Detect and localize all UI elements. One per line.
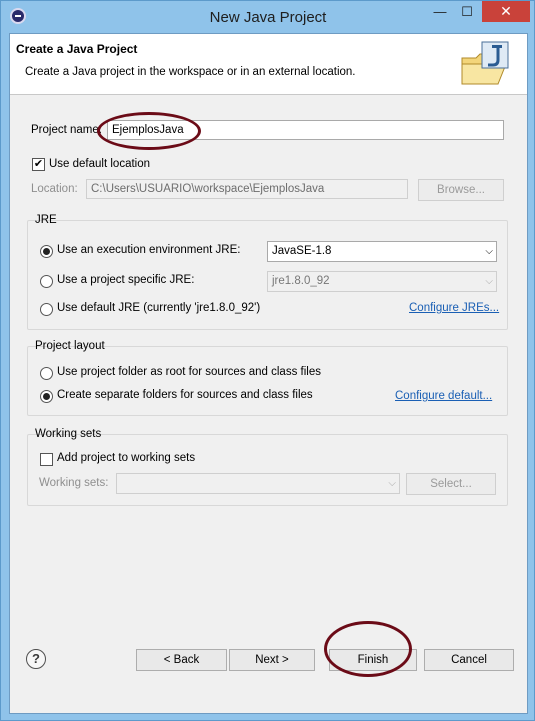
back-button[interactable]: < Back <box>136 649 227 671</box>
location-input[interactable]: C:\Users\USUARIO\workspace\EjemplosJava <box>86 179 408 199</box>
configure-default-link[interactable]: Configure default... <box>395 390 492 402</box>
layout-root-label: Use project folder as root for sources a… <box>57 366 321 378</box>
dialog-content: Create a Java Project Create a Java proj… <box>9 33 528 714</box>
location-label: Location: <box>31 183 78 195</box>
project-layout-group-title: Project layout <box>35 340 105 352</box>
add-to-working-sets-label: Add project to working sets <box>57 452 196 464</box>
layout-separate-radio[interactable] <box>40 390 53 403</box>
layout-separate-label: Create separate folders for sources and … <box>57 389 313 401</box>
next-button[interactable]: Next > <box>229 649 315 671</box>
jre-default-radio[interactable] <box>40 303 53 316</box>
jre-group-title: JRE <box>35 214 57 226</box>
use-default-location-checkbox[interactable]: ✔ <box>32 158 45 171</box>
minimize-button[interactable]: — <box>427 4 453 22</box>
jre-execution-environment-label: Use an execution environment JRE: <box>57 244 241 256</box>
working-sets-label: Working sets: <box>39 477 109 489</box>
jre-project-specific-radio[interactable] <box>40 275 53 288</box>
chevron-down-icon: ⌵ <box>388 478 396 489</box>
title-bar[interactable]: New Java Project — ☐ ✕ <box>2 1 534 33</box>
wizard-header: Create a Java Project Create a Java proj… <box>10 34 527 95</box>
project-name-input[interactable]: EjemplosJava <box>107 120 504 140</box>
browse-button[interactable]: Browse... <box>418 179 504 201</box>
project-specific-jre-select[interactable]: jre1.8.0_92 ⌵ <box>267 271 497 292</box>
execution-environment-select[interactable]: JavaSE-1.8 ⌵ <box>267 241 497 262</box>
execution-environment-value: JavaSE-1.8 <box>272 245 332 257</box>
add-to-working-sets-checkbox[interactable] <box>40 453 53 466</box>
maximize-button[interactable]: ☐ <box>454 4 480 22</box>
finish-button[interactable]: Finish <box>329 649 417 671</box>
select-working-sets-button[interactable]: Select... <box>406 473 496 495</box>
jre-project-specific-label: Use a project specific JRE: <box>57 274 195 286</box>
chevron-down-icon: ⌵ <box>485 246 493 257</box>
project-specific-jre-value: jre1.8.0_92 <box>272 275 330 287</box>
chevron-down-icon: ⌵ <box>485 276 493 287</box>
cancel-button[interactable]: Cancel <box>424 649 514 671</box>
jre-execution-environment-radio[interactable] <box>40 245 53 258</box>
project-name-label: Project name: <box>31 124 102 136</box>
working-sets-group <box>27 434 508 506</box>
use-default-location-label: Use default location <box>49 158 151 170</box>
working-sets-group-title: Working sets <box>35 428 102 440</box>
page-title: Create a Java Project <box>16 42 138 56</box>
help-icon[interactable]: ? <box>26 649 46 669</box>
configure-jres-link[interactable]: Configure JREs... <box>409 302 499 314</box>
working-sets-select[interactable]: ⌵ <box>116 473 400 494</box>
jre-default-label: Use default JRE (currently 'jre1.8.0_92'… <box>57 302 261 314</box>
dialog-window: New Java Project — ☐ ✕ Create a Java Pro… <box>0 0 535 721</box>
java-project-folder-icon <box>461 41 509 85</box>
page-description: Create a Java project in the workspace o… <box>25 66 356 78</box>
project-layout-group <box>27 346 508 416</box>
close-button[interactable]: ✕ <box>482 1 530 22</box>
layout-root-radio[interactable] <box>40 367 53 380</box>
